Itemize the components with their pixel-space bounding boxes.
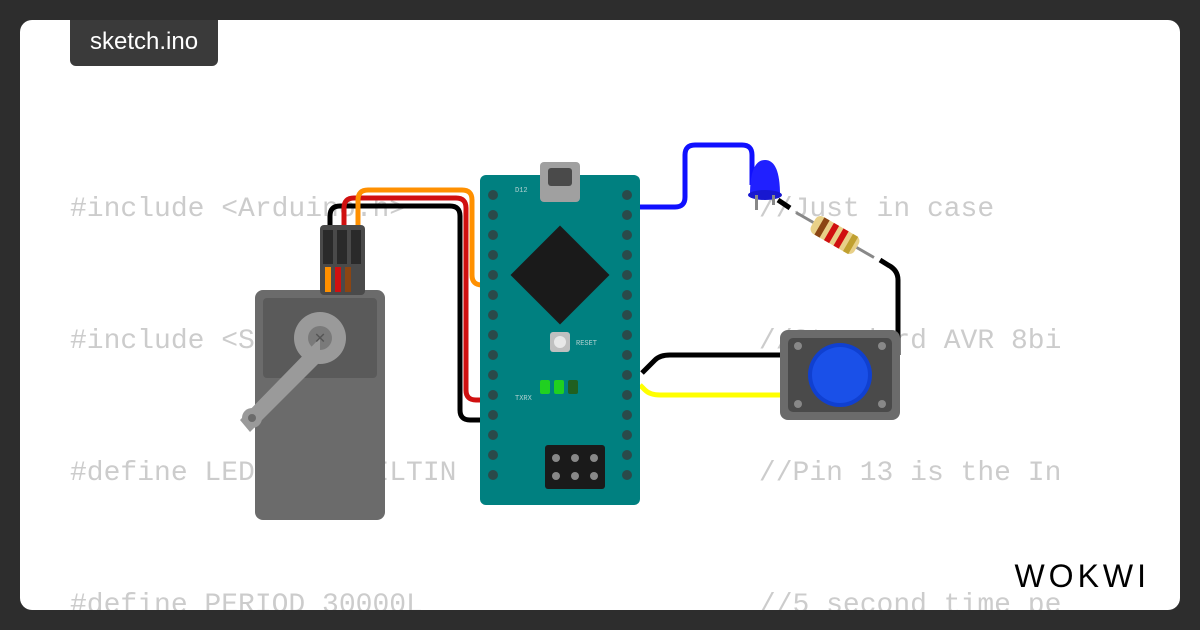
code-line: #include <Servo.h> //Standard AVR 8bi — [70, 320, 1180, 364]
code-editor: #include <Arduino.h> //Just in case #inc… — [70, 100, 1180, 610]
code-line: #define LED LED_BUILTIN //Pin 13 is the … — [70, 452, 1180, 496]
file-tab-label: sketch.ino — [90, 28, 198, 55]
file-tab[interactable]: sketch.ino — [70, 20, 218, 66]
card-frame: sketch.ino #include <Arduino.h> //Just i… — [20, 20, 1180, 610]
brand-logo: WOKWI — [1014, 558, 1150, 595]
code-line: #include <Arduino.h> //Just in case — [70, 188, 1180, 232]
